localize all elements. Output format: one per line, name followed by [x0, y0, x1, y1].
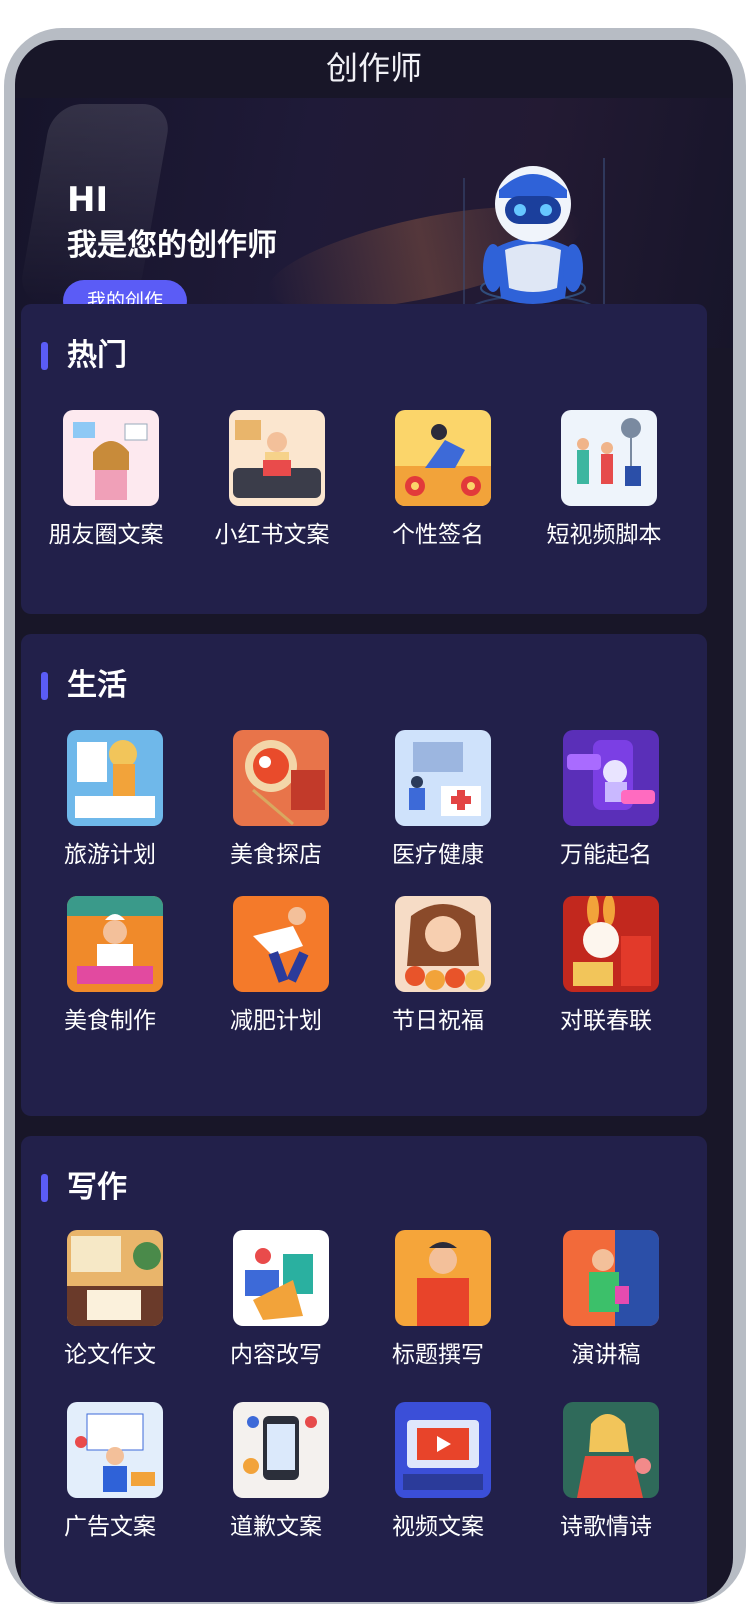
- tool-card[interactable]: 美食探店: [191, 730, 361, 890]
- ad-copy-icon: [67, 1402, 163, 1498]
- speech-icon: [563, 1230, 659, 1326]
- tool-label: 视频文案: [392, 1514, 484, 1540]
- tool-card[interactable]: 小红书文案: [187, 410, 357, 570]
- video-script-icon: [561, 410, 657, 506]
- tool-label: 节日祝福: [392, 1008, 484, 1034]
- apology-icon: [233, 1402, 329, 1498]
- section-title: 写作: [67, 1170, 127, 1205]
- tool-label: 个性签名: [392, 522, 484, 548]
- food-explore-icon: [233, 730, 329, 826]
- tool-card[interactable]: 个性签名: [353, 410, 523, 570]
- holiday-wishes-icon: [395, 896, 491, 992]
- tool-card[interactable]: 旅游计划: [25, 730, 195, 890]
- tool-card[interactable]: 节日祝福: [353, 896, 523, 1056]
- tool-card[interactable]: 减肥计划: [191, 896, 361, 1056]
- section-writing: 写作 论文作文 内容改写 标题撰写 演讲稿 广告文案 道歉文案 视频文案 诗歌情…: [21, 1136, 707, 1602]
- signature-icon: [395, 410, 491, 506]
- tool-card[interactable]: 演讲稿: [521, 1230, 691, 1390]
- poetry-icon: [563, 1402, 659, 1498]
- tool-card[interactable]: 标题撰写: [353, 1230, 523, 1390]
- tool-label: 朋友圈文案: [48, 522, 164, 548]
- tool-card[interactable]: 短视频脚本: [519, 410, 689, 570]
- tool-card[interactable]: 内容改写: [191, 1230, 361, 1390]
- headline-icon: [395, 1230, 491, 1326]
- tool-label: 小红书文案: [214, 522, 330, 548]
- greeting-hi: HI: [67, 180, 109, 220]
- cooking-icon: [67, 896, 163, 992]
- social-moments-icon: [63, 410, 159, 506]
- section-accent-bar: [41, 672, 48, 700]
- tool-label: 诗歌情诗: [560, 1514, 652, 1540]
- tool-label: 万能起名: [560, 842, 652, 868]
- tool-card[interactable]: 朋友圈文案: [21, 410, 191, 570]
- tool-label: 短视频脚本: [546, 522, 662, 548]
- medical-icon: [395, 730, 491, 826]
- xiaohongshu-icon: [229, 410, 325, 506]
- tool-card[interactable]: 视频文案: [353, 1402, 523, 1562]
- essay-icon: [67, 1230, 163, 1326]
- tool-card[interactable]: 美食制作: [25, 896, 195, 1056]
- app-screen: 创作师 HI 我是您的创作师 我的创作 热门 朋友圈文案 小红书文案 个性签名 …: [15, 40, 733, 1602]
- tool-card[interactable]: 道歉文案: [191, 1402, 361, 1562]
- tool-card[interactable]: 诗歌情诗: [521, 1402, 691, 1562]
- tool-label: 减肥计划: [230, 1008, 322, 1034]
- tool-label: 道歉文案: [230, 1514, 322, 1540]
- section-accent-bar: [41, 342, 48, 370]
- tool-label: 标题撰写: [392, 1342, 484, 1368]
- tool-card[interactable]: 医疗健康: [353, 730, 523, 890]
- section-title: 生活: [67, 668, 127, 703]
- tool-label: 内容改写: [230, 1342, 322, 1368]
- page-title: 创作师: [325, 49, 422, 87]
- tool-label: 美食探店: [230, 842, 322, 868]
- rewrite-icon: [233, 1230, 329, 1326]
- tool-card[interactable]: 万能起名: [521, 730, 691, 890]
- fitness-icon: [233, 896, 329, 992]
- tool-label: 广告文案: [64, 1514, 156, 1540]
- greeting-text: 我是您的创作师: [67, 228, 277, 263]
- section-title: 热门: [67, 338, 127, 373]
- tool-label: 对联春联: [560, 1008, 652, 1034]
- couplets-icon: [563, 896, 659, 992]
- tool-card[interactable]: 广告文案: [25, 1402, 195, 1562]
- section-accent-bar: [41, 1174, 48, 1202]
- tool-label: 演讲稿: [571, 1342, 641, 1368]
- tool-label: 美食制作: [64, 1008, 156, 1034]
- section-life: 生活 旅游计划 美食探店 医疗健康 万能起名 美食制作 减肥计划 节日祝福 对联…: [21, 634, 707, 1116]
- tool-label: 论文作文: [64, 1342, 156, 1368]
- naming-robot-icon: [563, 730, 659, 826]
- tool-label: 旅游计划: [64, 842, 156, 868]
- travel-icon: [67, 730, 163, 826]
- tool-card[interactable]: 论文作文: [25, 1230, 195, 1390]
- video-copy-icon: [395, 1402, 491, 1498]
- section-hot: 热门 朋友圈文案 小红书文案 个性签名 短视频脚本: [21, 304, 707, 614]
- tool-card[interactable]: 对联春联: [521, 896, 691, 1056]
- tool-label: 医疗健康: [392, 842, 484, 868]
